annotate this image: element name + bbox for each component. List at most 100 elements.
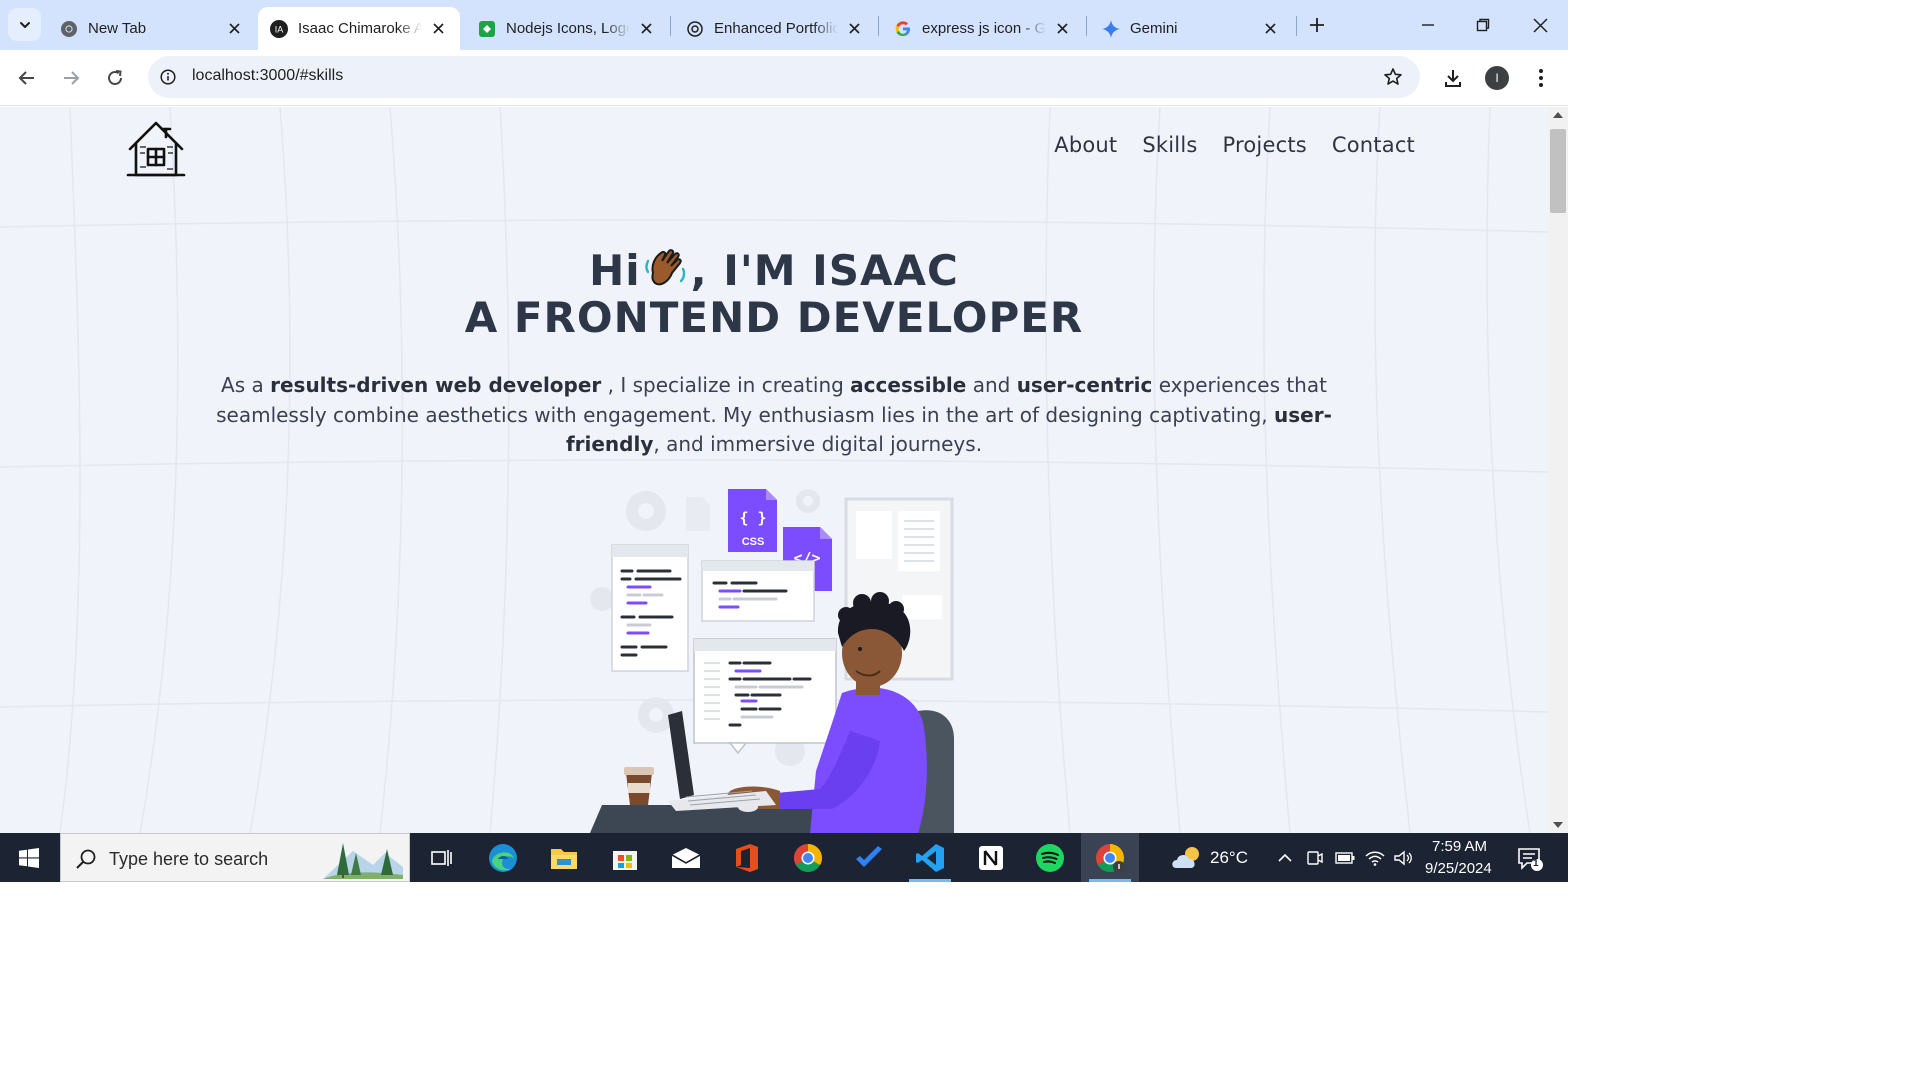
weather-temp[interactable]: 26°C — [1210, 848, 1248, 868]
new-tab-button[interactable] — [1304, 12, 1330, 38]
close-icon[interactable] — [1052, 19, 1072, 39]
reload-icon — [108, 70, 122, 85]
store-icon — [613, 850, 637, 870]
downloads-button[interactable] — [1437, 62, 1469, 94]
scroll-down-icon[interactable] — [1553, 822, 1563, 828]
tab-isaac-portfolio[interactable]: IA Isaac Chimaroke A — [258, 7, 460, 50]
url-text[interactable]: localhost:3000/#skills — [192, 67, 343, 85]
tab-strip: New Tab IA Isaac Chimaroke A Nodejs Icon… — [0, 0, 1568, 50]
site-info-icon[interactable] — [158, 67, 178, 87]
hero-name: , I'M ISAAC — [690, 246, 959, 295]
close-icon[interactable] — [636, 19, 656, 39]
weather-cloud-icon[interactable] — [1170, 844, 1204, 872]
forward-button[interactable] — [55, 62, 87, 94]
css-file-label: CSS — [742, 536, 765, 548]
house-logo-icon[interactable] — [126, 117, 186, 179]
bookmark-star-icon[interactable] — [1382, 66, 1404, 88]
hero-greeting: Hi , I'M ISAAC — [0, 243, 1548, 295]
spotify-app[interactable] — [1021, 833, 1079, 882]
tab-enhanced-portfolio[interactable]: Enhanced Portfolio — [674, 7, 876, 50]
search-icon — [76, 849, 96, 869]
tab-title: Isaac Chimaroke A — [298, 20, 422, 37]
notification-count: 1 — [1533, 858, 1539, 869]
browser-toolbar: localhost:3000/#skills — [0, 50, 1568, 106]
wifi-icon[interactable] — [1364, 847, 1386, 869]
arrow-right-icon — [64, 71, 80, 85]
todo-app[interactable] — [840, 833, 898, 882]
nav-about[interactable]: About — [1054, 133, 1117, 157]
close-icon[interactable] — [1260, 19, 1280, 39]
office-app[interactable] — [718, 833, 776, 882]
openai-icon — [686, 20, 704, 38]
address-bar[interactable]: localhost:3000/#skills — [148, 56, 1420, 98]
chrome-profile-icon — [1096, 843, 1125, 873]
portfolio-page: About Skills Projects Contact Hi , I'M I… — [0, 107, 1548, 833]
todo-check-icon — [856, 845, 882, 867]
code-window-main — [693, 638, 837, 755]
chevron-down-icon — [19, 21, 30, 28]
reload-button[interactable] — [99, 62, 131, 94]
tab-gemini[interactable]: Gemini — [1090, 7, 1292, 50]
hero-hi: Hi — [589, 246, 641, 295]
edge-icon — [489, 843, 517, 872]
search-placeholder: Type here to search — [109, 849, 269, 869]
tab-new-tab[interactable]: New Tab — [48, 7, 256, 50]
meet-now-icon[interactable] — [1304, 847, 1326, 869]
vscode-app[interactable] — [901, 833, 959, 882]
profile-avatar[interactable]: I — [1485, 66, 1509, 90]
page-scrollbar[interactable] — [1548, 107, 1568, 833]
intro-text: , I specialize in creating — [601, 373, 851, 397]
edge-app[interactable] — [474, 833, 532, 882]
tab-express-search[interactable]: express js icon - G — [882, 7, 1084, 50]
scroll-up-icon[interactable] — [1553, 112, 1563, 118]
clock-date[interactable]: 9/25/2024 — [1425, 860, 1492, 877]
intro-text: , and immersive digital journeys. — [653, 432, 983, 456]
close-icon[interactable] — [844, 19, 864, 39]
mail-app[interactable] — [657, 833, 715, 882]
search-highlight-trees-icon — [323, 843, 403, 879]
restore-icon — [1476, 18, 1490, 32]
intro-paragraph: As a results-driven web developer , I sp… — [170, 371, 1378, 460]
tray-overflow-icon[interactable] — [1274, 847, 1296, 869]
scrollbar-thumb[interactable] — [1550, 129, 1566, 213]
start-button[interactable] — [0, 833, 58, 882]
hero-role: A FRONTEND DEVELOPER — [464, 293, 1084, 342]
notifications-icon[interactable] — [1516, 845, 1544, 873]
tab-search-button[interactable] — [8, 8, 41, 41]
volume-icon[interactable] — [1392, 847, 1414, 869]
main-nav: About Skills Projects Contact — [1054, 133, 1415, 157]
minimize-icon — [1422, 24, 1434, 26]
gemini-sparkle-icon — [1102, 19, 1120, 38]
code-window-middle — [701, 560, 815, 622]
back-button[interactable] — [11, 62, 43, 94]
chrome-app[interactable] — [779, 833, 837, 882]
nav-contact[interactable]: Contact — [1332, 133, 1415, 157]
code-window-left — [611, 544, 689, 672]
tab-nodejs-icons[interactable]: Nodejs Icons, Logo — [466, 7, 668, 50]
restore-button[interactable] — [1463, 8, 1503, 42]
tab-title: express js icon - G — [922, 20, 1046, 37]
close-icon[interactable] — [428, 19, 448, 39]
clock-time[interactable]: 7:59 AM — [1432, 838, 1487, 855]
nav-skills[interactable]: Skills — [1142, 133, 1197, 157]
chrome-profile-app[interactable] — [1081, 833, 1139, 882]
task-view-button[interactable] — [412, 833, 470, 882]
intro-emphasis: accessible — [850, 373, 967, 397]
plus-icon — [1310, 18, 1324, 32]
close-window-button[interactable] — [1520, 8, 1560, 42]
nav-projects[interactable]: Projects — [1223, 133, 1307, 157]
minimize-button[interactable] — [1408, 8, 1448, 42]
store-app[interactable] — [596, 833, 654, 882]
developer-illustration: { } CSS </> — [590, 489, 954, 833]
menu-button[interactable] — [1525, 62, 1557, 94]
battery-icon[interactable] — [1334, 847, 1356, 869]
taskbar-search-box[interactable]: Type here to search — [60, 833, 410, 882]
google-icon — [894, 20, 912, 38]
close-icon[interactable] — [224, 19, 244, 39]
file-explorer-app[interactable] — [535, 833, 593, 882]
ia-avatar-icon: IA — [270, 19, 288, 38]
chrome-icon — [60, 20, 78, 38]
download-icon — [1445, 70, 1461, 87]
vscode-icon — [916, 843, 944, 872]
notion-app[interactable] — [962, 833, 1020, 882]
